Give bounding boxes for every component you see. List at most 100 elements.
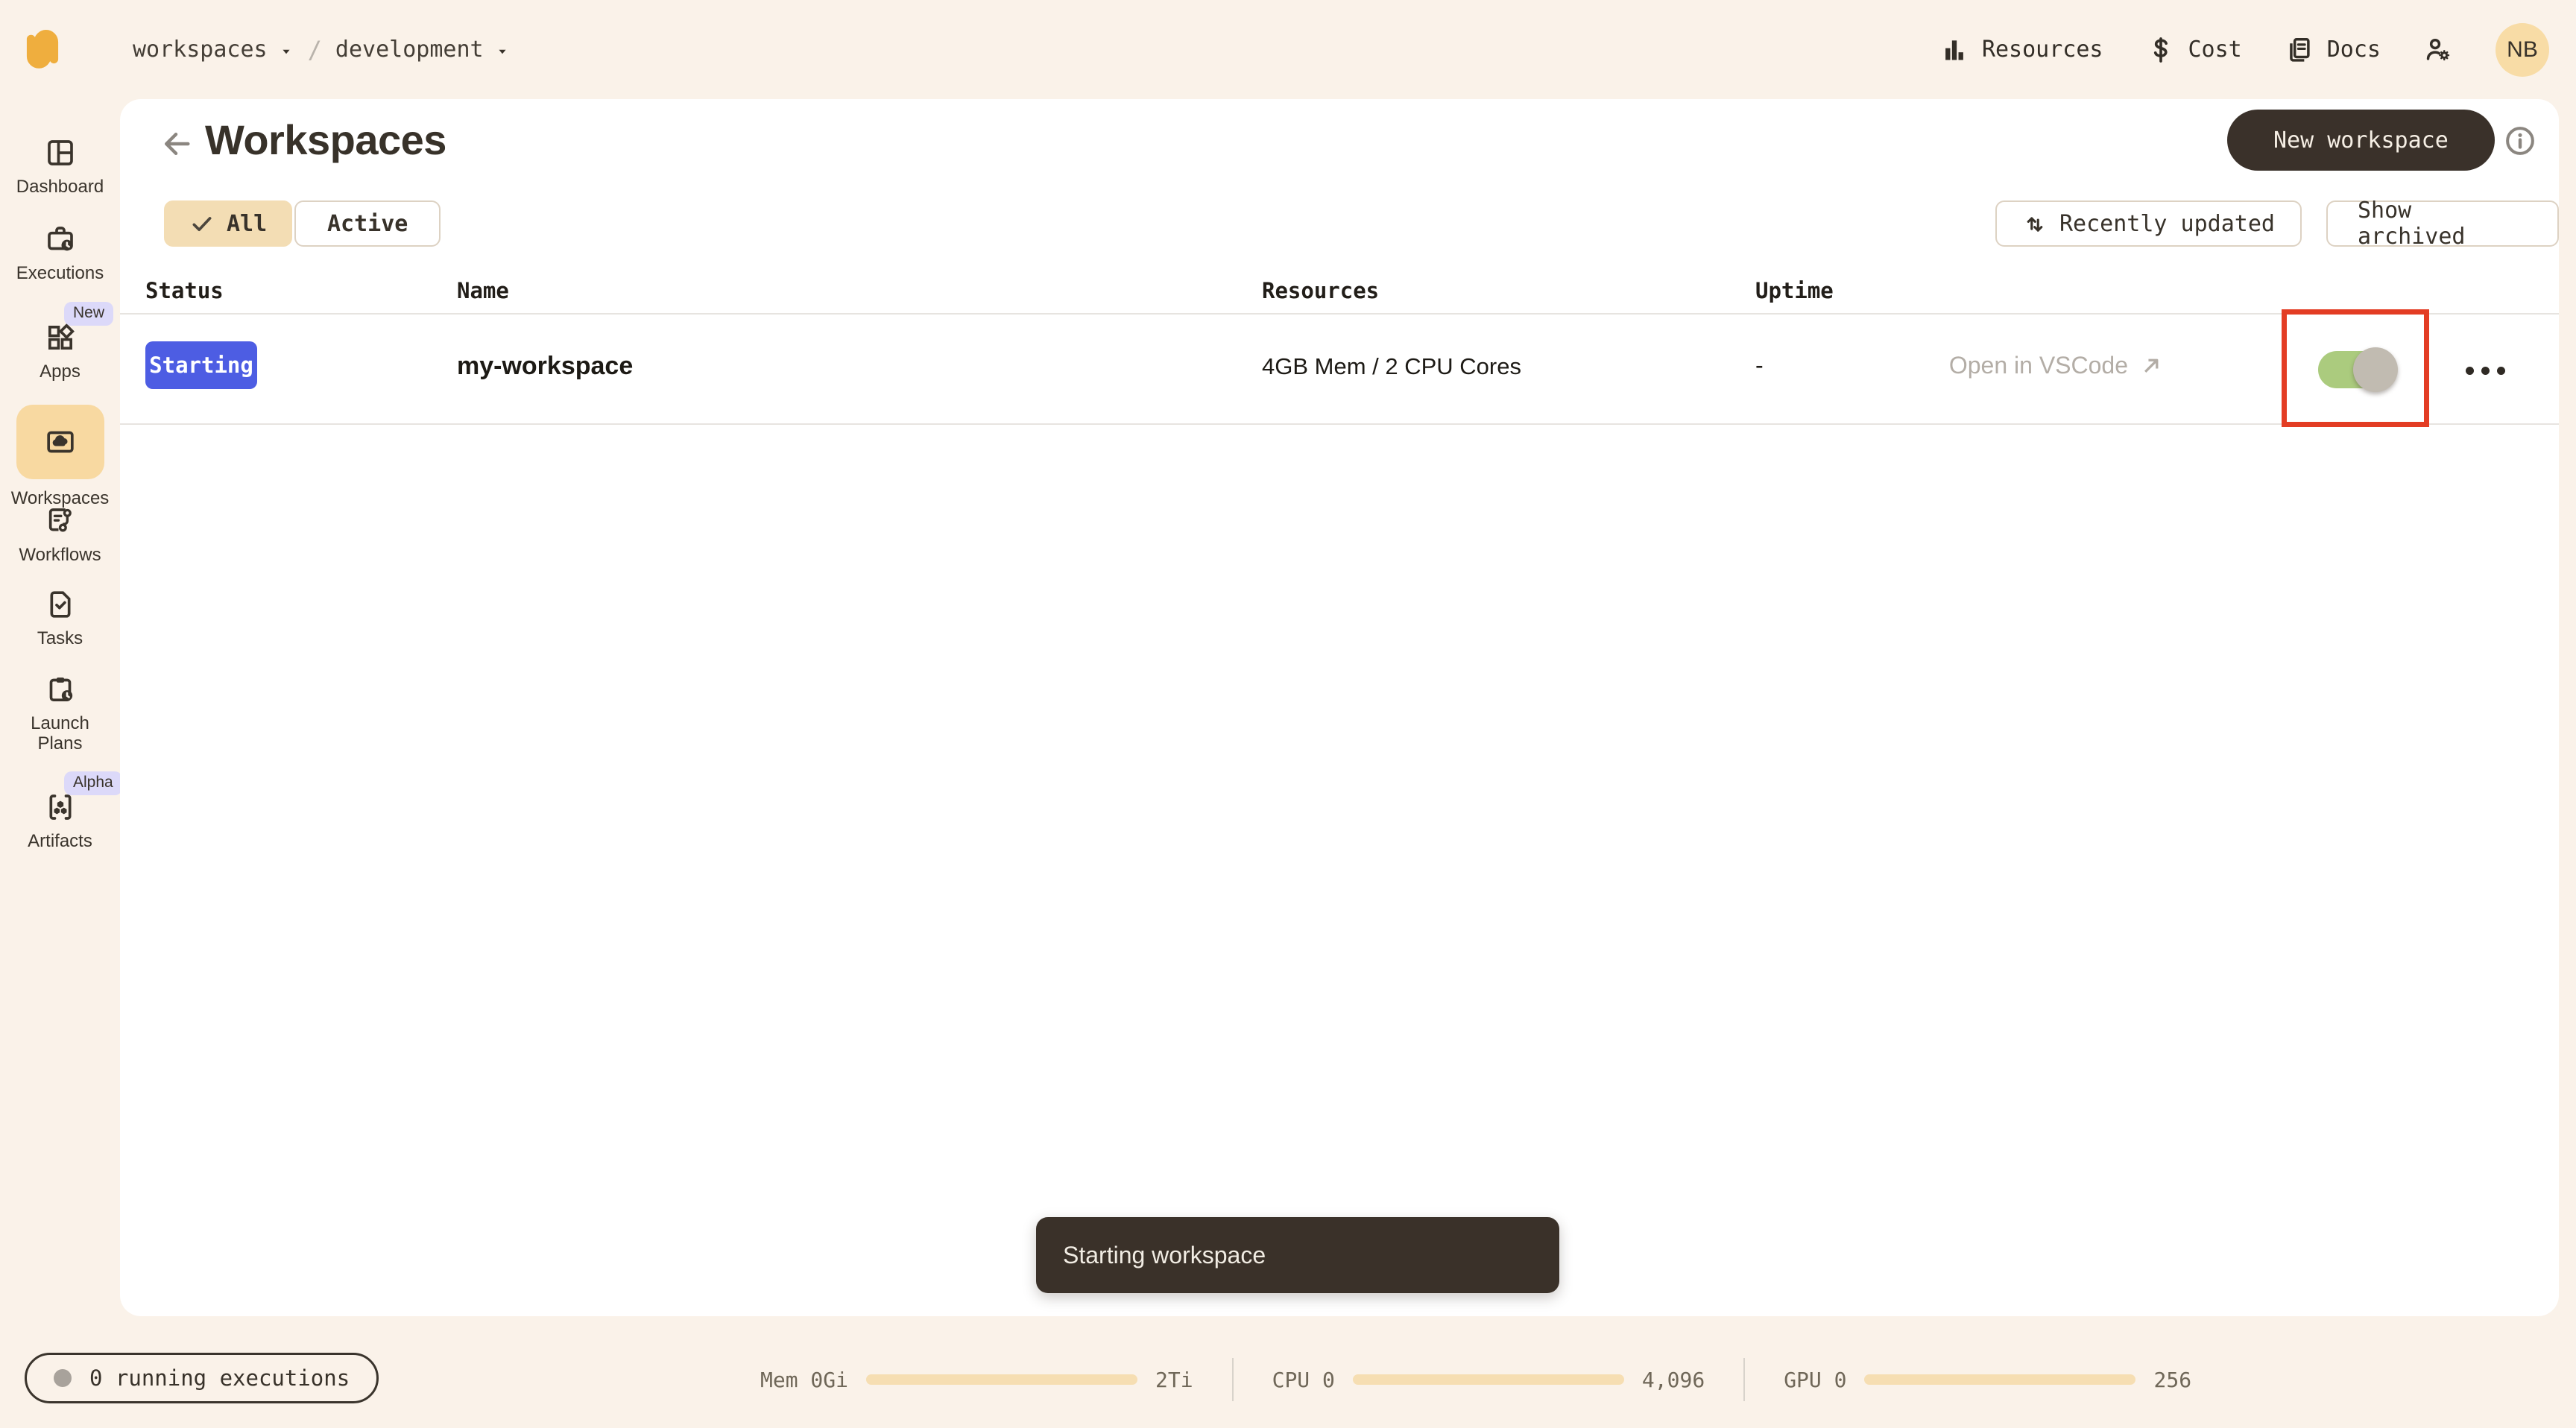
table-row[interactable]: Starting my-workspace 4GB Mem / 2 CPU Co… [120,309,2559,427]
mem-meter-label: Mem 0Gi [760,1367,849,1392]
sidebar-item-workflows[interactable]: Workflows [0,506,120,565]
workspace-uptime: - [1755,352,1764,379]
nav-resources[interactable]: Resources [1940,36,2103,64]
sort-label: Recently updated [2059,210,2275,237]
union-logo[interactable] [25,25,60,71]
meter-divider [1743,1358,1746,1401]
alpha-badge: Alpha [64,771,122,795]
table-header: Status Name Resources Uptime [120,269,2559,315]
arrow-up-right-icon [2144,358,2159,373]
breadcrumb-domain-label: development [335,37,484,63]
column-header-status: Status [145,278,224,303]
caret-down-icon [498,49,506,54]
gpu-meter-max: 256 [2153,1367,2192,1392]
topbar: workspaces / development Resources Cost [0,0,2576,99]
new-workspace-button[interactable]: New workspace [2227,110,2495,171]
show-archived-label: Show archived [2358,198,2466,250]
caret-down-icon [282,49,290,54]
breadcrumb-project-label: workspaces [133,37,268,63]
cpu-meter-bar [1352,1374,1624,1385]
sidebar-item-workspaces[interactable]: Workspaces [0,405,120,508]
sidebar-item-label: Apps [40,361,80,382]
ellipsis-icon [2497,366,2505,375]
user-gear-icon [2426,38,2450,60]
check-icon [192,217,212,232]
nav-cost[interactable]: Cost [2147,36,2242,64]
mem-meter-bar [866,1374,1138,1385]
sidebar-item-dashboard[interactable]: Dashboard [0,138,120,197]
gpu-meter-label: GPU 0 [1784,1367,1847,1392]
bar-chart-icon [1945,40,1963,60]
dashboard-icon [47,140,73,165]
status-badge: Starting [145,341,257,389]
sidebar-item-label: Dashboard [16,177,104,197]
workspace-resources: 4GB Mem / 2 CPU Cores [1262,353,1521,379]
gpu-meter-bar [1864,1374,2136,1385]
workspace-power-toggle[interactable] [2318,347,2398,392]
toggle-knob [2353,347,2398,392]
info-icon[interactable] [2504,124,2536,157]
status-dot-icon [54,1369,72,1387]
nav-user-settings[interactable] [2424,36,2452,64]
ellipsis-icon [2481,366,2490,375]
cpu-meter: CPU 0 4,096 [1272,1368,1705,1392]
sort-button[interactable]: Recently updated [1995,200,2302,247]
filter-row: All Active Recently updated Show archive… [120,198,2559,250]
breadcrumb-separator: / [307,35,322,64]
executions-icon [47,227,73,251]
row-actions-menu[interactable] [2466,361,2510,380]
nav-docs[interactable]: Docs [2285,36,2381,64]
sidebar-item-artifacts[interactable]: Alpha Artifacts [0,771,122,851]
avatar[interactable]: NB [2496,22,2549,77]
column-header-resources: Resources [1262,278,1380,303]
topnav: Resources Cost Docs NB [1940,0,2576,99]
nav-resources-label: Resources [1981,37,2103,63]
running-executions-pill[interactable]: 0 running executions [25,1353,379,1403]
launch-plans-icon [49,677,72,701]
toast: Starting workspace [1036,1217,1559,1293]
filter-active-chip[interactable]: Active [294,200,441,247]
breadcrumb-project-dropdown[interactable]: workspaces [133,37,294,63]
open-in-vscode-link[interactable]: Open in VSCode [1940,352,2164,379]
sidebar-item-label: Workflows [19,545,101,565]
workspaces-icon [46,431,74,453]
tasks-icon [50,591,70,618]
breadcrumb-domain-dropdown[interactable]: development [335,37,511,63]
artifacts-icon [49,794,71,820]
sidebar-item-label: Artifacts [28,831,92,851]
gpu-meter: GPU 0 256 [1784,1368,2191,1392]
show-archived-button[interactable]: Show archived [2326,198,2559,250]
sidebar-active-highlight [16,405,104,479]
ellipsis-icon [2466,366,2474,375]
sidebar-item-label: Workspaces [10,488,110,508]
dollar-icon [2153,37,2168,63]
resource-meters: Mem 0Gi 2Ti CPU 0 4,096 GPU 0 256 [760,1358,2191,1401]
new-badge: New [64,302,114,326]
breadcrumb: workspaces / development [133,0,511,99]
workspace-name: my-workspace [457,352,634,380]
sidebar-item-apps[interactable]: New Apps [0,302,120,382]
back-button[interactable] [157,124,196,163]
toggle-zone [2164,309,2559,427]
cpu-meter-label: CPU 0 [1272,1367,1335,1392]
mem-meter: Mem 0Gi 2Ti [760,1368,1193,1392]
sidebar-item-launch-plans[interactable]: Launch Plans [0,674,120,754]
column-header-uptime: Uptime [1755,278,1834,303]
main-card: Workspaces New workspace All Active Rece… [120,99,2559,1316]
sidebar-item-executions[interactable]: Executions [0,224,120,283]
running-executions-label: 0 running executions [89,1365,350,1391]
sidebar-item-label: Launch Plans [31,713,89,754]
sidebar-item-label: Tasks [37,628,83,648]
mem-meter-max: 2Ti [1155,1367,1193,1392]
docs-icon [2289,37,2310,62]
filter-all-chip[interactable]: All [164,200,293,247]
column-header-name: Name [457,278,509,303]
sidebar-item-label: Executions [16,263,104,283]
apps-icon [48,323,75,350]
cpu-meter-max: 4,096 [1641,1367,1705,1392]
open-in-vscode-label: Open in VSCode [1948,352,2128,379]
sidebar-item-tasks[interactable]: Tasks [0,590,120,648]
sort-icon [2027,217,2043,232]
meter-divider [1231,1358,1234,1401]
back-arrow-icon [164,132,190,156]
